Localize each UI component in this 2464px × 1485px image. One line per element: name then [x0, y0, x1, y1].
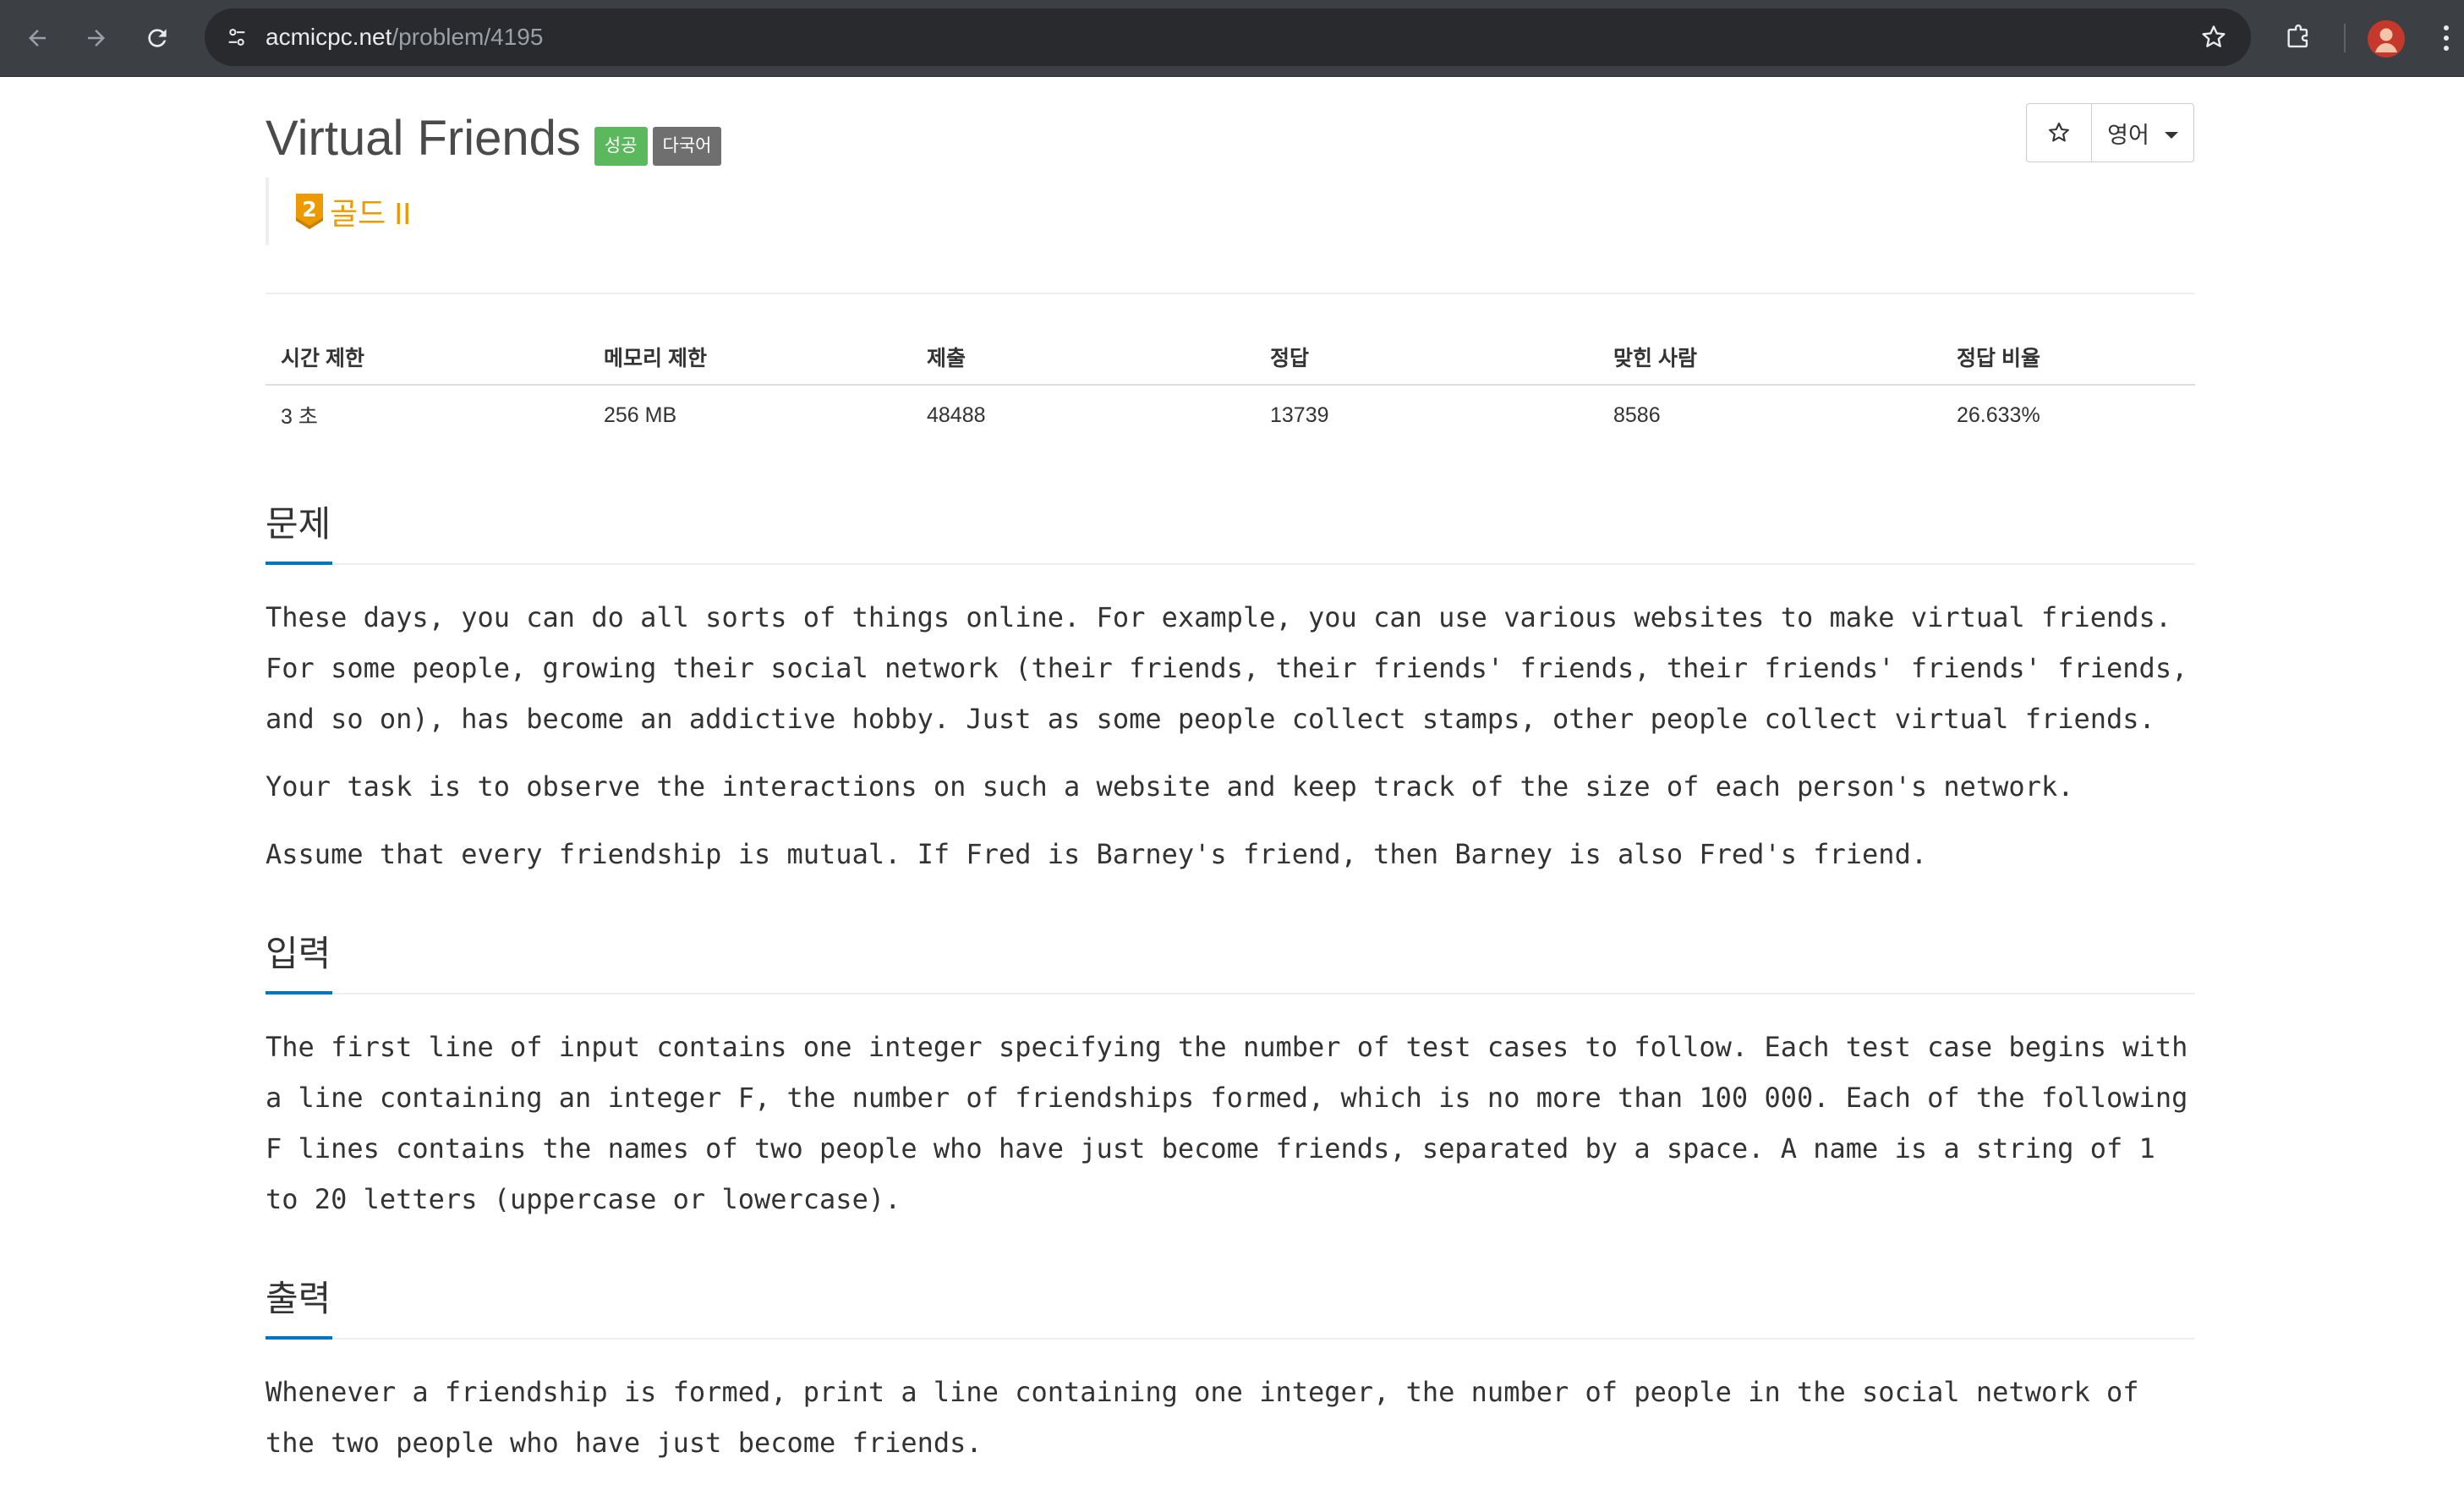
col-solved-users: 맞힌 사람 — [1598, 330, 1941, 386]
profile-avatar-button[interactable] — [2368, 20, 2405, 58]
browser-menu-button[interactable] — [2434, 16, 2459, 60]
time-limit-value: 3 초 — [281, 405, 318, 429]
problem-title-row: Virtual Friends 성공 다국어 — [266, 105, 722, 173]
col-accepted: 정답 — [1255, 330, 1598, 386]
input-line: to 20 letters (uppercase or lowercase). — [266, 1183, 901, 1215]
description-body: These days, you can do all sorts of thin… — [266, 565, 2195, 879]
forward-button[interactable] — [74, 16, 118, 60]
input-line: a line containing an integer F, the numb… — [266, 1082, 2188, 1114]
multilang-badge[interactable]: 다국어 — [652, 127, 722, 166]
puzzle-icon — [2287, 24, 2308, 48]
tier-block: 2 골드 II — [266, 178, 411, 245]
browser-toolbar: acmicpc.net/problem/4195 — [0, 0, 2464, 77]
url-path: /problem/4195 — [392, 24, 544, 50]
description-section: 문제 These days, you can do all sorts of t… — [266, 496, 2195, 879]
url-host: acmicpc.net — [266, 24, 392, 50]
description-title: 문제 — [266, 496, 333, 565]
output-line: the two people who have just become frie… — [266, 1427, 983, 1459]
reload-button[interactable] — [135, 16, 179, 60]
caret-down-icon — [2164, 132, 2178, 139]
description-header: 문제 — [266, 496, 2195, 565]
tier-link[interactable]: 골드 II — [330, 189, 411, 233]
accepted-value[interactable]: 13739 — [1255, 385, 1598, 445]
description-line: For some people, growing their social ne… — [266, 652, 2188, 684]
problem-info-table: 시간 제한 메모리 제한 제출 정답 맞힌 사람 정답 비율 3 초 256 M… — [266, 330, 2195, 445]
arrow-left-icon — [29, 30, 46, 47]
col-submissions: 제출 — [912, 330, 1255, 386]
description-line: These days, you can do all sorts of thin… — [266, 601, 2172, 633]
table-row: 3 초 256 MB 48488 13739 8586 26.633% — [266, 385, 2195, 445]
address-bar[interactable]: acmicpc.net/problem/4195 — [205, 8, 2251, 66]
kebab-menu-icon — [2444, 25, 2449, 51]
output-title: 출력 — [266, 1270, 333, 1340]
arrow-right-icon — [88, 30, 105, 47]
star-outline-icon — [2049, 122, 2069, 142]
tune-icon — [228, 29, 245, 46]
description-line: Your task is to observe the interactions… — [266, 770, 2074, 803]
submissions-value[interactable]: 48488 — [912, 385, 1255, 445]
col-time-limit: 시간 제한 — [266, 330, 589, 386]
input-body: The first line of input contains one int… — [266, 995, 2195, 1225]
table-header-row: 시간 제한 메모리 제한 제출 정답 맞힌 사람 정답 비율 — [266, 330, 2195, 386]
memory-limit-value: 256 MB — [604, 403, 677, 427]
avatar-icon — [2368, 20, 2405, 58]
star-outline-icon — [2202, 25, 2226, 47]
solved-users-value[interactable]: 8586 — [1598, 385, 1941, 445]
problem-title: Virtual Friends — [266, 111, 581, 166]
tier-level: 2 — [302, 197, 316, 222]
output-line: Whenever a friendship is formed, print a… — [266, 1376, 2139, 1408]
output-header: 출력 — [266, 1270, 2195, 1340]
accept-ratio-value: 26.633% — [1957, 403, 2040, 427]
bookmark-button[interactable] — [2197, 20, 2231, 54]
url-text[interactable]: acmicpc.net/problem/4195 — [266, 8, 543, 66]
output-body: Whenever a friendship is formed, print a… — [266, 1340, 2195, 1468]
input-line: The first line of input contains one int… — [266, 1031, 2188, 1063]
col-accept-ratio: 정답 비율 — [1941, 330, 2195, 386]
back-button[interactable] — [15, 16, 59, 60]
output-section: 출력 Whenever a friendship is formed, prin… — [266, 1270, 2195, 1468]
description-line: and so on), has become an addictive hobb… — [266, 703, 2155, 735]
input-section: 입력 The first line of input contains one … — [266, 925, 2195, 1225]
input-title: 입력 — [266, 925, 333, 995]
toolbar-divider — [2344, 24, 2346, 52]
divider — [266, 293, 2195, 294]
site-info-button[interactable] — [216, 17, 257, 58]
extensions-button[interactable] — [2276, 16, 2320, 60]
reload-icon — [148, 29, 167, 47]
description-line: Assume that every friendship is mutual. … — [266, 838, 1928, 870]
language-dropdown[interactable]: 영어 — [2092, 103, 2194, 162]
input-line: F lines contains the names of two people… — [266, 1132, 2155, 1164]
favorite-button[interactable] — [2026, 103, 2092, 162]
input-header: 입력 — [266, 925, 2195, 995]
col-memory-limit: 메모리 제한 — [589, 330, 912, 386]
success-badge: 성공 — [594, 127, 648, 166]
problem-actions: 영어 — [2026, 103, 2194, 162]
language-label: 영어 — [2107, 122, 2149, 148]
gold-tier-icon: 2 — [296, 194, 323, 229]
